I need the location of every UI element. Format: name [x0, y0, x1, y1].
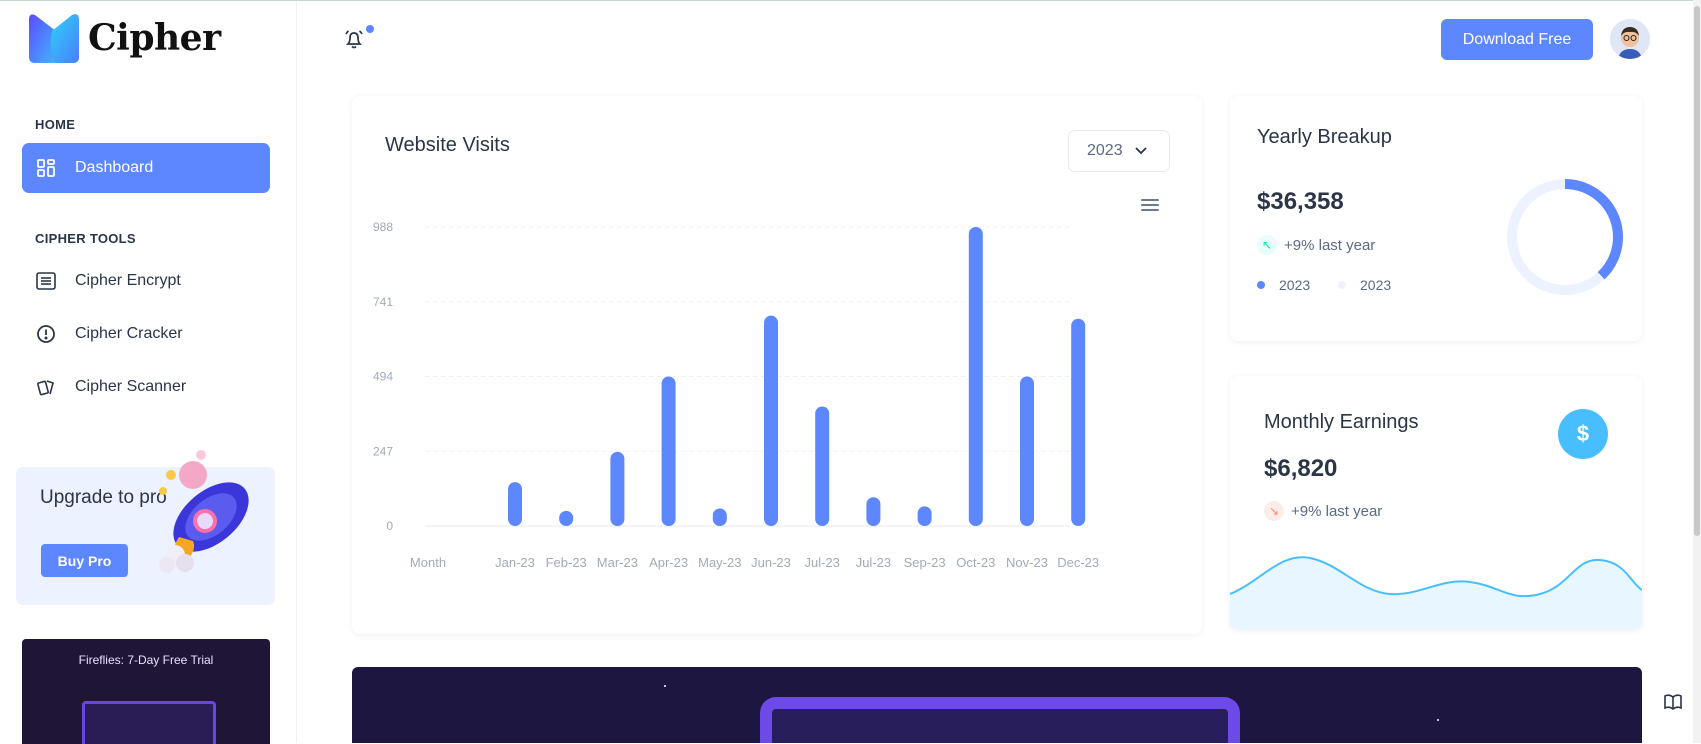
- x-tick-label: Feb-23: [546, 555, 587, 570]
- monthly-amount: $6,820: [1264, 455, 1338, 482]
- rocket-illustration-icon: [159, 450, 249, 573]
- scrollbar[interactable]: [1693, 0, 1701, 743]
- brand-name: Cipher: [88, 17, 221, 59]
- grid-icon: [35, 157, 57, 179]
- section-label-cipher-tools: CIPHER TOOLS: [35, 231, 136, 246]
- legend-dot: [1257, 281, 1265, 289]
- promo-banner: [352, 667, 1642, 743]
- laptop-illustration: [760, 697, 1240, 743]
- bar[interactable]: [712, 508, 727, 526]
- promo-text: Fireflies: 7-Day Free Trial: [78, 653, 214, 667]
- yearly-breakup-card: Yearly Breakup $36,358 ↖ +9% last year 2…: [1230, 96, 1642, 341]
- x-tick-label: Sep-23: [904, 555, 946, 570]
- y-tick-label: 741: [373, 295, 393, 309]
- notification-badge: [366, 25, 374, 33]
- arrow-down-right-icon: ↘: [1264, 501, 1284, 521]
- legend-dot: [1338, 281, 1346, 289]
- x-tick-label: May-23: [698, 555, 741, 570]
- card-title: Yearly Breakup: [1257, 126, 1392, 148]
- visits-bar-chart: 0 247 494 741 988 Month Jan-23 Feb-23 Mar-23 Apr-…: [373, 220, 1099, 570]
- trend-text: +9% last year: [1284, 236, 1376, 254]
- sidebar-item-label: Cipher Encrypt: [75, 272, 181, 289]
- download-free-button[interactable]: Download Free: [1441, 19, 1593, 60]
- bar[interactable]: [610, 451, 625, 526]
- legend-label: 2023: [1279, 277, 1311, 293]
- monthly-earnings-card: Monthly Earnings $6,820 $ ↘ +9% last yea…: [1230, 376, 1642, 630]
- x-tick-label: Mar-23: [597, 555, 638, 570]
- logo-mark-icon: [26, 11, 82, 65]
- yearly-amount: $36,358: [1257, 188, 1344, 215]
- buy-pro-button[interactable]: Buy Pro: [41, 544, 128, 577]
- x-tick-label: Apr-23: [649, 555, 688, 570]
- bar[interactable]: [968, 227, 983, 526]
- bar[interactable]: [1020, 376, 1034, 527]
- y-tick-label: 0: [386, 519, 393, 533]
- bar[interactable]: [559, 510, 574, 526]
- book-icon[interactable]: [1664, 694, 1682, 715]
- bell-icon[interactable]: [343, 28, 365, 55]
- logo[interactable]: Cipher: [26, 11, 221, 65]
- x-tick-label: Jul-23: [804, 555, 839, 570]
- sidebar-item-label: Dashboard: [75, 159, 154, 176]
- sidebar-item-label: Cipher Cracker: [75, 325, 183, 342]
- bar[interactable]: [917, 506, 932, 526]
- legend-item: 2023: [1338, 277, 1391, 293]
- bar[interactable]: [1071, 318, 1086, 526]
- sidebar-item-dashboard[interactable]: Dashboard: [22, 143, 270, 193]
- sidebar-item-cipher-scanner[interactable]: Cipher Scanner: [22, 362, 270, 412]
- y-tick-label: 988: [373, 220, 393, 234]
- y-tick-label: 247: [373, 444, 393, 458]
- alert-circle-icon: [35, 323, 57, 345]
- bar[interactable]: [508, 482, 522, 526]
- y-tick-label: 494: [373, 370, 393, 384]
- card-title: Monthly Earnings: [1264, 411, 1419, 433]
- trend-text: +9% last year: [1291, 502, 1383, 520]
- sidebar-item-label: Cipher Scanner: [75, 378, 187, 395]
- cards-icon: [35, 376, 57, 398]
- dollar-icon: $: [1558, 409, 1608, 459]
- x-tick-label: Jun-23: [751, 555, 791, 570]
- yearly-trend: ↖ +9% last year: [1257, 235, 1375, 255]
- x-tick-label: Nov-23: [1006, 555, 1048, 570]
- promo-video-thumbnail[interactable]: Fireflies: 7-Day Free Trial: [22, 639, 270, 744]
- sidebar-item-cipher-cracker[interactable]: Cipher Cracker: [22, 309, 270, 359]
- x-axis-label: Month: [410, 555, 446, 570]
- yearly-donut-chart: [1507, 179, 1623, 295]
- x-tick-label: Dec-23: [1057, 555, 1099, 570]
- website-visits-card: Website Visits 2023 0 247 494 741 988 Month Ja…: [352, 96, 1202, 634]
- arrow-up-left-icon: ↖: [1257, 235, 1277, 255]
- avatar[interactable]: [1610, 19, 1650, 59]
- scrollbar-thumb[interactable]: [1694, 6, 1700, 536]
- x-tick-label: Jul-23: [856, 555, 891, 570]
- bar[interactable]: [764, 315, 778, 526]
- legend-label: 2023: [1360, 277, 1392, 293]
- list-icon: [35, 270, 57, 292]
- legend-item: 2023: [1257, 277, 1310, 293]
- section-label-home: HOME: [35, 117, 76, 132]
- bar[interactable]: [661, 376, 676, 527]
- upgrade-card: Upgrade to pro Buy Pro: [16, 450, 275, 605]
- earnings-sparkline: [1230, 556, 1642, 630]
- bar[interactable]: [866, 497, 881, 526]
- bar[interactable]: [815, 406, 830, 526]
- x-tick-label: Oct-23: [956, 555, 995, 570]
- x-tick-label: Jan-23: [495, 555, 535, 570]
- sidebar-item-cipher-encrypt[interactable]: Cipher Encrypt: [22, 256, 270, 306]
- monthly-trend: ↘ +9% last year: [1264, 501, 1382, 521]
- sidebar: Cipher HOME Dashboard CIPHER TOOLS Ciphe…: [0, 1, 297, 744]
- promo-screen: [82, 701, 216, 744]
